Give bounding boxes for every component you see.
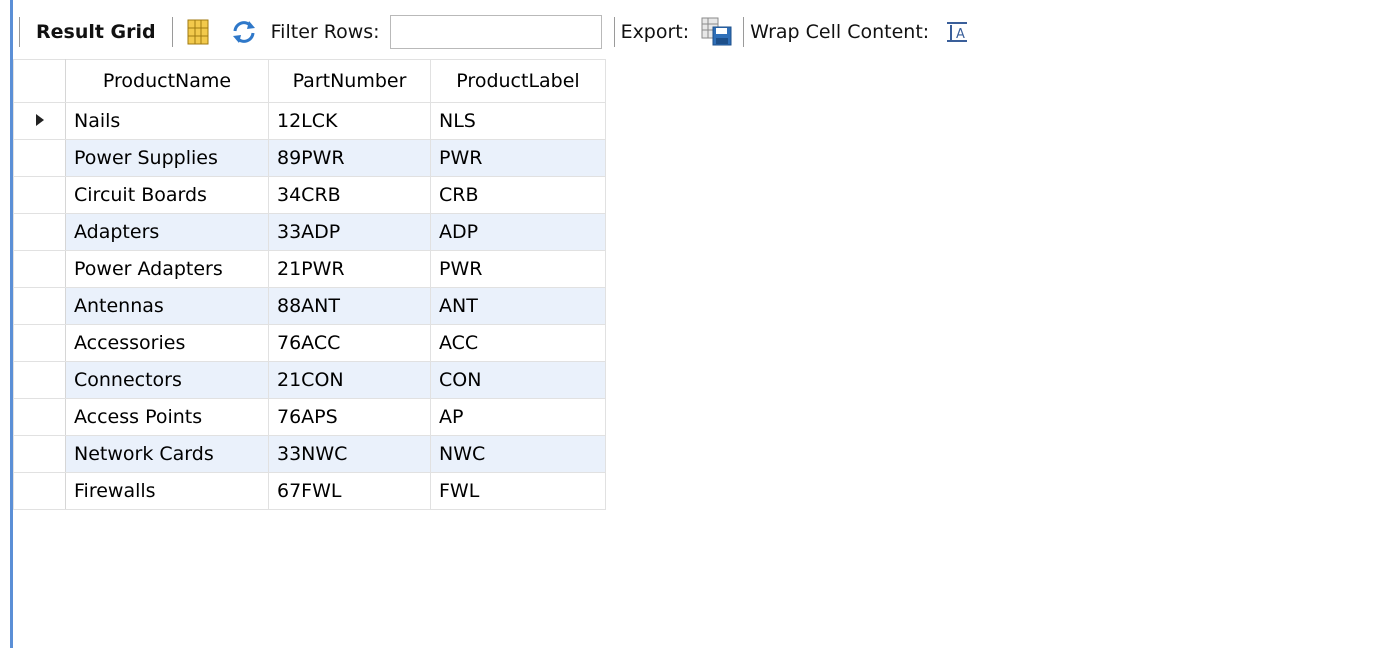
table-row[interactable]: Nails 12LCK NLS bbox=[13, 102, 606, 140]
cell-partnumber[interactable]: 21PWR bbox=[268, 250, 431, 288]
cell-partnumber[interactable]: 88ANT bbox=[268, 287, 431, 325]
grid-layout-icon[interactable] bbox=[187, 19, 209, 45]
cell-productname[interactable]: Power Supplies bbox=[65, 139, 269, 177]
cell-productlabel[interactable]: PWR bbox=[430, 250, 606, 288]
cell-partnumber[interactable]: 12LCK bbox=[268, 102, 431, 140]
column-header-partnumber[interactable]: PartNumber bbox=[268, 59, 431, 103]
table-row[interactable]: Power Supplies 89PWR PWR bbox=[13, 139, 606, 177]
table-row[interactable]: Power Adapters 21PWR PWR bbox=[13, 250, 606, 288]
grid-header-row: ProductName PartNumber ProductLabel bbox=[13, 59, 606, 103]
refresh-icon[interactable] bbox=[231, 20, 257, 44]
cell-productlabel[interactable]: CON bbox=[430, 361, 606, 399]
current-row-pointer-icon bbox=[35, 110, 45, 132]
result-toolbar: Result Grid Filter Rows: Export: Wrap Ce… bbox=[13, 12, 1392, 52]
cell-partnumber[interactable]: 34CRB bbox=[268, 176, 431, 214]
cell-productname[interactable]: Antennas bbox=[65, 287, 269, 325]
row-header[interactable] bbox=[13, 435, 66, 473]
cell-productname[interactable]: Connectors bbox=[65, 361, 269, 399]
cell-productname[interactable]: Accessories bbox=[65, 324, 269, 362]
row-header[interactable] bbox=[13, 250, 66, 288]
toolbar-separator bbox=[171, 17, 173, 47]
cell-productname[interactable]: Network Cards bbox=[65, 435, 269, 473]
cell-partnumber[interactable]: 33ADP bbox=[268, 213, 431, 251]
export-save-icon[interactable] bbox=[701, 17, 733, 47]
toolbar-separator bbox=[613, 17, 615, 47]
row-header[interactable] bbox=[13, 287, 66, 325]
filter-rows-label: Filter Rows: bbox=[270, 21, 380, 43]
row-header[interactable] bbox=[13, 139, 66, 177]
result-grid-panel: Result Grid Filter Rows: Export: Wrap Ce… bbox=[0, 0, 1392, 648]
row-header[interactable] bbox=[13, 324, 66, 362]
toolbar-separator bbox=[19, 17, 20, 47]
cell-productname[interactable]: Adapters bbox=[65, 213, 269, 251]
cell-partnumber[interactable]: 21CON bbox=[268, 361, 431, 399]
cell-productlabel[interactable]: AP bbox=[430, 398, 606, 436]
table-row[interactable]: Antennas 88ANT ANT bbox=[13, 287, 606, 325]
cell-productname[interactable]: Circuit Boards bbox=[65, 176, 269, 214]
cell-productlabel[interactable]: PWR bbox=[430, 139, 606, 177]
cell-productlabel[interactable]: FWL bbox=[430, 472, 606, 510]
column-header-productname[interactable]: ProductName bbox=[65, 59, 269, 103]
row-header-corner bbox=[13, 59, 66, 103]
wrap-text-icon[interactable]: A bbox=[945, 21, 969, 43]
row-header[interactable] bbox=[13, 472, 66, 510]
table-row[interactable]: Connectors 21CON CON bbox=[13, 361, 606, 399]
row-header[interactable] bbox=[13, 176, 66, 214]
table-row[interactable]: Firewalls 67FWL FWL bbox=[13, 472, 606, 510]
cell-productlabel[interactable]: NLS bbox=[430, 102, 606, 140]
column-header-productlabel[interactable]: ProductLabel bbox=[430, 59, 606, 103]
toolbar-separator bbox=[743, 17, 745, 47]
table-row[interactable]: Adapters 33ADP ADP bbox=[13, 213, 606, 251]
cell-partnumber[interactable]: 76ACC bbox=[268, 324, 431, 362]
cell-partnumber[interactable]: 76APS bbox=[268, 398, 431, 436]
cell-productname[interactable]: Nails bbox=[65, 102, 269, 140]
result-grid-tab[interactable]: Result Grid bbox=[36, 21, 156, 43]
row-header[interactable] bbox=[13, 398, 66, 436]
row-header[interactable] bbox=[13, 102, 66, 140]
wrap-cell-content-label: Wrap Cell Content: bbox=[750, 21, 930, 43]
result-grid-table: ProductName PartNumber ProductLabel Nail… bbox=[13, 59, 606, 510]
cell-partnumber[interactable]: 89PWR bbox=[268, 139, 431, 177]
table-row[interactable]: Network Cards 33NWC NWC bbox=[13, 435, 606, 473]
cell-productlabel[interactable]: ADP bbox=[430, 213, 606, 251]
row-header[interactable] bbox=[13, 213, 66, 251]
table-row[interactable]: Circuit Boards 34CRB CRB bbox=[13, 176, 606, 214]
cell-productlabel[interactable]: ACC bbox=[430, 324, 606, 362]
cell-productname[interactable]: Access Points bbox=[65, 398, 269, 436]
filter-rows-input[interactable] bbox=[389, 15, 602, 49]
cell-productlabel[interactable]: ANT bbox=[430, 287, 606, 325]
row-header[interactable] bbox=[13, 361, 66, 399]
cell-partnumber[interactable]: 67FWL bbox=[268, 472, 431, 510]
cell-productname[interactable]: Power Adapters bbox=[65, 250, 269, 288]
table-row[interactable]: Accessories 76ACC ACC bbox=[13, 324, 606, 362]
export-label: Export: bbox=[620, 21, 690, 43]
svg-text:A: A bbox=[956, 27, 965, 42]
table-row[interactable]: Access Points 76APS AP bbox=[13, 398, 606, 436]
cell-productname[interactable]: Firewalls bbox=[65, 472, 269, 510]
cell-productlabel[interactable]: NWC bbox=[430, 435, 606, 473]
cell-partnumber[interactable]: 33NWC bbox=[268, 435, 431, 473]
cell-productlabel[interactable]: CRB bbox=[430, 176, 606, 214]
